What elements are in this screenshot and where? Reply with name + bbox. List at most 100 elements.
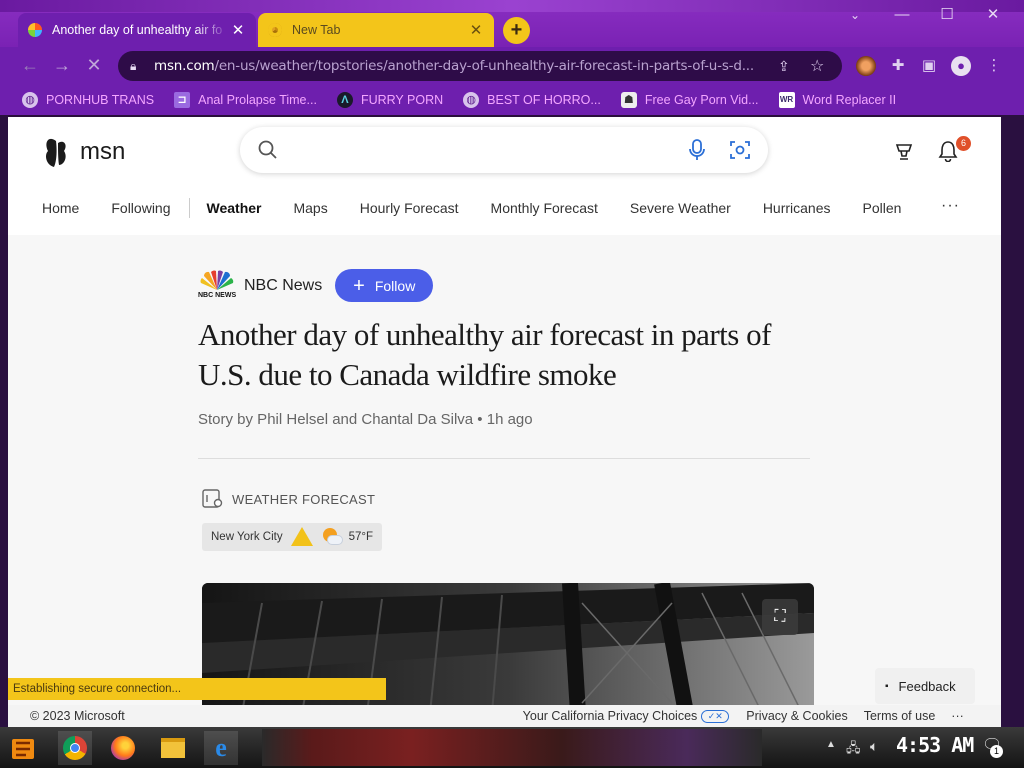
search-icon [258, 140, 277, 159]
feedback-icon: ▪ [885, 680, 889, 692]
url-path: /en-us/weather/topstories/another-day-of… [214, 58, 754, 74]
plus-icon: + [353, 274, 365, 297]
url-text: msn.com/en-us/weather/topstories/another… [154, 58, 770, 74]
follow-label: Follow [374, 277, 416, 294]
tab-title: New Tab [292, 23, 341, 37]
nav-severe-weather[interactable]: Severe Weather [630, 200, 731, 216]
msn-butterfly-icon [46, 138, 66, 167]
screen: Another day of unhealthy air fo ✕ New Ta… [0, 0, 1024, 768]
nbc-peacock-logo[interactable]: NBC NEWS [198, 270, 236, 302]
menu-kebab-icon[interactable]: ⋮ [984, 56, 1004, 76]
bookmark-item[interactable]: ☗ Free Gay Porn Vid... [620, 92, 759, 108]
rewards-trophy-icon[interactable] [894, 142, 914, 162]
show-hidden-icons-icon[interactable]: ▲ [826, 739, 836, 750]
nav-hurricanes[interactable]: Hurricanes [763, 200, 831, 216]
action-center-badge: 1 [990, 745, 1003, 758]
bookmark-item[interactable]: ◍ BEST OF HORRO... [463, 92, 601, 108]
internet-explorer-taskbar-icon[interactable]: e [204, 731, 238, 765]
expand-fullscreen-icon[interactable]: ⛶ [762, 599, 798, 635]
action-center-icon[interactable]: 🗨︎1 [982, 735, 1003, 758]
search-input[interactable] [240, 127, 768, 173]
weather-temp: 57°F [348, 531, 374, 543]
bookmark-item[interactable]: Λ FURRY PORN [336, 92, 444, 108]
network-icon[interactable]: 🖧︎ [846, 739, 861, 761]
weather-forecast-label: WEATHER FORECAST [202, 489, 375, 509]
tab-new-tab[interactable]: New Tab ✕ [258, 13, 494, 47]
taskbar-clock[interactable]: 4:53 AM [896, 733, 974, 757]
lock-icon: 🔒︎ [130, 58, 137, 73]
browser-status-bubble: Establishing secure connection... [8, 678, 386, 700]
share-icon[interactable]: ⇪ [778, 58, 798, 75]
nav-more-button[interactable]: ··· [941, 197, 960, 215]
close-tab-icon[interactable]: ✕ [468, 21, 484, 39]
msn-header: msn 6 Home Following Weather Maps Hourly… [8, 117, 1001, 235]
msn-favicon-icon [28, 23, 42, 37]
profile-extension-icon[interactable] [856, 56, 876, 76]
nav-hourly-forecast[interactable]: Hourly Forecast [360, 200, 459, 216]
privacy-cookies-link[interactable]: Privacy & Cookies [746, 709, 847, 723]
nav-monthly-forecast[interactable]: Monthly Forecast [491, 200, 598, 216]
weather-forecast-icon [202, 489, 223, 508]
globe-icon: ◍ [22, 92, 38, 108]
bookmark-label: PORNHUB TRANS [46, 93, 155, 107]
taskbar-wallpaper-strip [262, 729, 762, 766]
bookmark-label: Free Gay Porn Vid... [644, 93, 759, 107]
nav-divider [188, 198, 190, 218]
weather-chip[interactable]: New York City 57°F [202, 523, 383, 551]
partly-cloudy-icon [321, 528, 343, 546]
minimize-button[interactable]: — [887, 6, 917, 26]
back-button[interactable]: ← [18, 53, 42, 77]
msn-footer: © 2023 Microsoft Your California Privacy… [8, 705, 1001, 727]
bookmark-label: Anal Prolapse Time... [198, 93, 317, 107]
publisher-row: NBC NEWS NBC News + Follow [198, 269, 434, 302]
bookmark-icon: ⊐ [174, 92, 191, 108]
bookmark-star-icon[interactable]: ☆ [810, 56, 830, 76]
nav-home[interactable]: Home [42, 200, 79, 216]
peacock-icon [200, 270, 234, 290]
maximize-button[interactable]: ☐ [932, 6, 962, 26]
bookmark-label: BEST OF HORRO... [487, 93, 601, 107]
nav-pollen[interactable]: Pollen [863, 200, 902, 216]
tab-search-icon[interactable]: ⌄ [840, 6, 870, 26]
firefox-taskbar-icon[interactable] [106, 731, 140, 765]
side-panel-icon[interactable]: ▣ [919, 56, 939, 76]
bookmark-item[interactable]: WR Word Replacer II [778, 92, 896, 108]
msn-logo[interactable]: msn [42, 135, 125, 169]
close-tab-icon[interactable]: ✕ [230, 21, 246, 39]
footer-more-button[interactable]: ··· [951, 709, 964, 723]
nav-maps[interactable]: Maps [293, 200, 327, 216]
globe-icon: ◍ [463, 92, 480, 108]
url-host: msn.com [154, 58, 215, 74]
tab-title: Another day of unhealthy air fo [52, 23, 223, 37]
visual-search-icon[interactable] [730, 140, 750, 160]
forward-button[interactable]: → [50, 53, 74, 77]
follow-button[interactable]: + Follow [335, 269, 434, 302]
file-explorer-taskbar-icon[interactable] [156, 731, 190, 765]
bookmark-item[interactable]: ◍ PORNHUB TRANS [22, 92, 154, 108]
start-button-icon[interactable] [6, 731, 40, 765]
web-page: msn 6 Home Following Weather Maps Hourly… [8, 117, 1001, 705]
bookmark-item[interactable]: ⊐ Anal Prolapse Time... [174, 92, 317, 108]
weather-city: New York City [211, 531, 283, 543]
bookmark-label: FURRY PORN [360, 93, 444, 107]
letter-icon: Λ [336, 92, 353, 108]
msn-brand: msn [80, 138, 126, 165]
profile-avatar-icon[interactable]: ● [951, 56, 971, 76]
publisher-name[interactable]: NBC News [244, 277, 322, 295]
nav-following[interactable]: Following [111, 200, 170, 216]
tab-active[interactable]: Another day of unhealthy air fo ✕ [18, 13, 256, 47]
privacy-choices-link[interactable]: Your California Privacy Choices [523, 709, 698, 723]
chrome-taskbar-icon[interactable] [58, 731, 92, 765]
section-nav: Home Following Weather Maps Hourly Forec… [8, 193, 1001, 223]
close-window-button[interactable]: ✕ [978, 6, 1008, 26]
address-bar[interactable]: 🔒︎ msn.com/en-us/weather/topstories/anot… [118, 51, 842, 81]
nav-weather[interactable]: Weather [207, 200, 262, 216]
divider [198, 458, 810, 459]
volume-icon[interactable]: 🔈︎ [870, 738, 878, 755]
terms-link[interactable]: Terms of use [864, 709, 936, 723]
new-tab-button[interactable]: + [503, 17, 530, 44]
feedback-button[interactable]: ▪ Feedback [875, 668, 975, 704]
extensions-puzzle-icon[interactable]: ✚ [888, 56, 908, 76]
microphone-icon[interactable] [688, 139, 706, 161]
stop-loading-button[interactable]: ✕ [82, 53, 106, 77]
